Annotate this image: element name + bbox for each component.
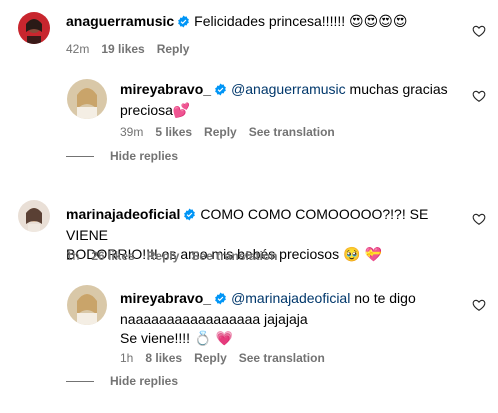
reply-time: 39m [120,125,144,139]
mention-link[interactable]: @marinajadeoficial [231,290,350,306]
reply-likes[interactable]: 5 likes [155,125,192,139]
comment-likes[interactable]: 19 likes [101,42,144,56]
comment-likes[interactable]: 26 likes [91,249,134,263]
verified-badge-icon [214,291,227,310]
see-translation-link[interactable]: See translation [249,125,335,139]
avatar[interactable] [67,79,107,119]
reply-text: muchas gracias [345,81,448,97]
reply-button[interactable]: Reply [157,42,190,56]
comment-username[interactable]: anaguerramusic [66,13,174,29]
divider [66,380,94,382]
verified-badge-icon [214,82,227,101]
comment-time: 1h [66,249,80,263]
comment-text: Felicidades princesa!!!!!! [194,13,350,29]
comment-username[interactable]: marinajadeoficial [66,206,180,222]
hide-replies-label: Hide replies [110,374,179,388]
reply-username[interactable]: mireyabravo_ [120,290,211,306]
hide-replies-button[interactable]: Hide replies [66,374,178,388]
hide-replies-label: Hide replies [110,149,179,163]
hide-replies-button[interactable]: Hide replies [66,149,178,163]
comment-time: 42m [66,42,90,56]
reply-text: Se viene!!!! [120,330,194,346]
reply-button[interactable]: Reply [147,249,180,263]
reply-button[interactable]: Reply [204,125,237,139]
reply-username[interactable]: mireyabravo_ [120,81,211,97]
heart-outline-icon[interactable] [472,24,486,38]
comment-emojis: 😍😍😍😍 [349,14,408,30]
avatar[interactable] [18,12,50,44]
verified-badge-icon [183,207,196,226]
avatar[interactable] [67,285,107,325]
avatar[interactable] [18,200,50,232]
reply-emoji: 💕 [172,103,191,119]
divider [66,155,94,157]
heart-outline-icon[interactable] [472,89,486,103]
verified-badge-icon [177,14,190,33]
heart-outline-icon[interactable] [472,212,486,226]
reply-likes[interactable]: 8 likes [145,351,182,365]
heart-outline-icon[interactable] [472,298,486,312]
reply-time: 1h [120,351,134,365]
reply-text: naaaaaaaaaaaaaaaaa jajajaja [120,311,308,327]
reply-text: no te digo [350,290,416,306]
see-translation-link[interactable]: See translation [191,249,277,263]
reply-button[interactable]: Reply [194,351,227,365]
mention-link[interactable]: @anaguerramusic [231,81,346,97]
see-translation-link[interactable]: See translation [239,351,325,365]
reply-emoji: 💍 💗 [193,331,234,347]
comment-emojis: 🥹 💝 [342,247,383,263]
reply-text: preciosa [120,102,173,118]
